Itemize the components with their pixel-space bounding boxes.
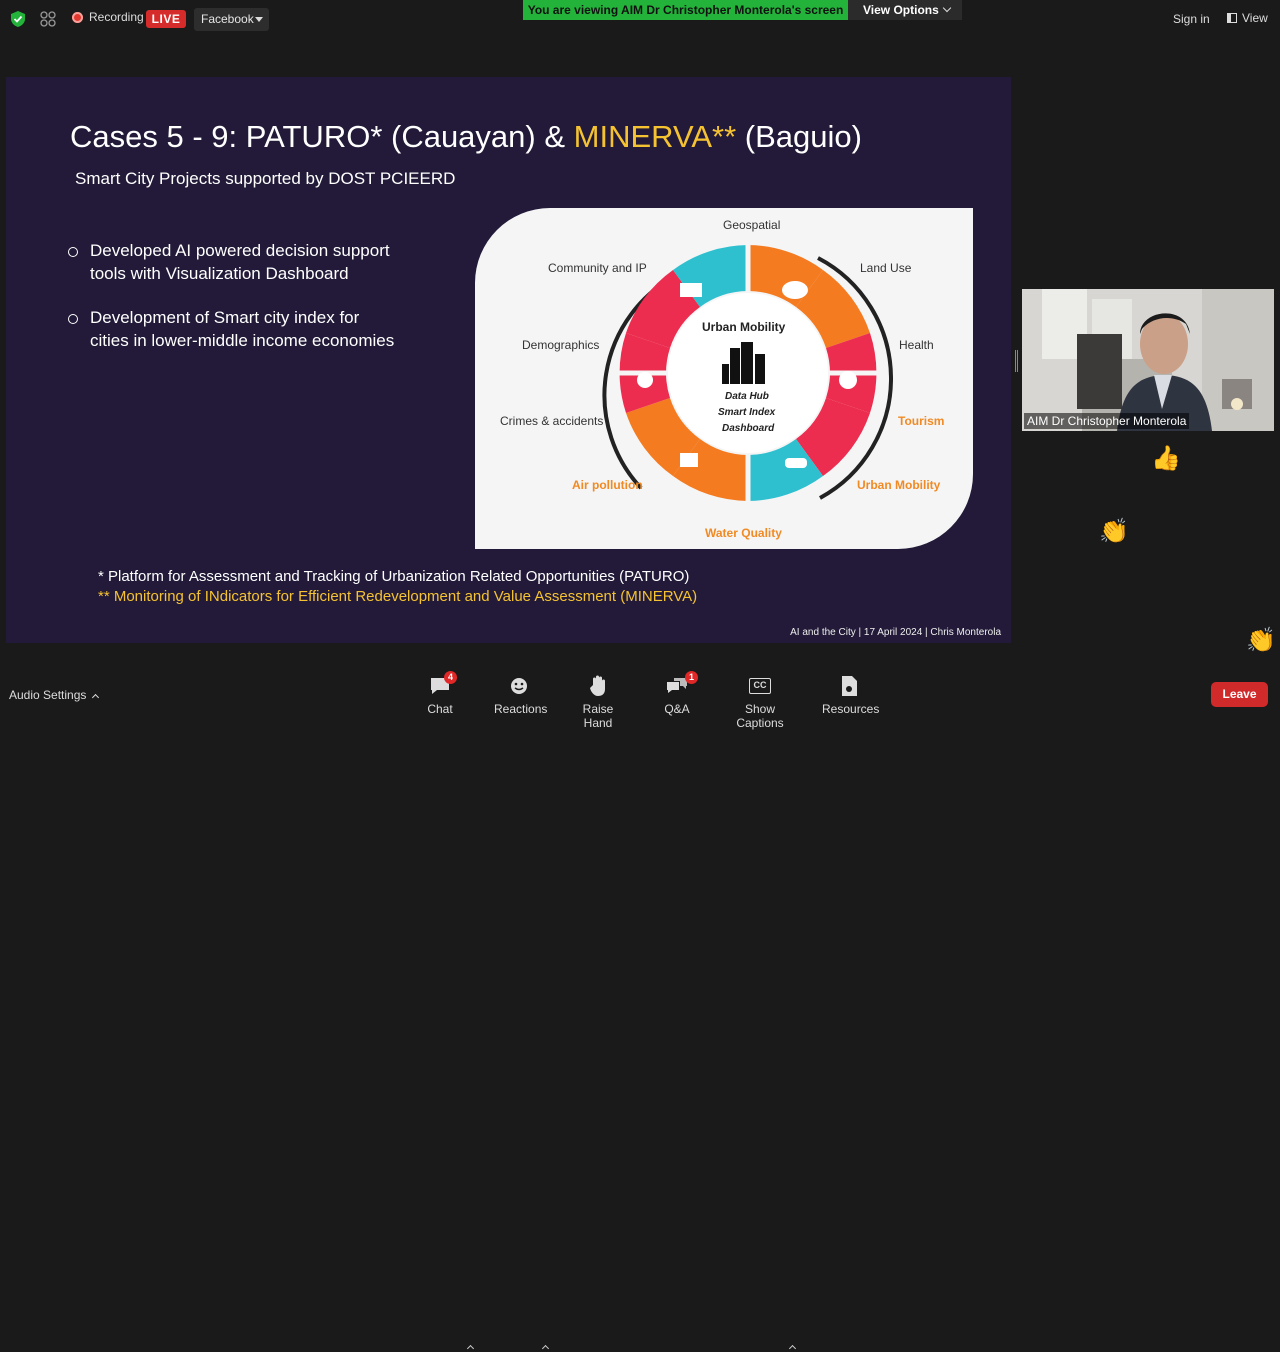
chat-label: Chat [427, 702, 453, 716]
runner-icon [637, 372, 653, 388]
clap-reaction: 👏 [1246, 627, 1276, 654]
label-crimes: Crimes & accidents [500, 414, 604, 428]
label-community: Community and IP [548, 261, 647, 275]
cc-icon: CC [749, 678, 771, 694]
participant-video[interactable]: AIM Dr Christopher Monterola [1022, 289, 1274, 431]
ring-graphic [602, 238, 893, 508]
view-label: View [1242, 11, 1268, 25]
show-captions-label: Show Captions [736, 702, 784, 730]
show-captions-button[interactable]: CC Show Captions [721, 674, 799, 730]
qa-badge: 1 [685, 671, 698, 684]
bullet-list: Developed AI powered decision support to… [68, 240, 398, 374]
slide-title-highlight: MINERVA** [573, 119, 737, 154]
sign-in-button[interactable]: Sign in [1173, 12, 1210, 26]
viewing-screen-banner: You are viewing AIM Dr Christopher Monte… [523, 0, 848, 20]
houses-icon [680, 453, 698, 467]
slide-title-suffix: (Baguio) [736, 119, 862, 154]
bullet-circle-icon [68, 314, 78, 324]
hand-icon [590, 675, 605, 696]
caret-up-icon [92, 693, 100, 702]
raise-hand-label: Raise Hand [582, 702, 614, 730]
panel-resize-handle[interactable] [1015, 350, 1018, 372]
label-urban-mobility: Urban Mobility [857, 478, 941, 492]
car-icon [785, 458, 807, 468]
footnote-paturo: * Platform for Assessment and Tracking o… [98, 568, 690, 585]
recording-label: Recording [89, 10, 144, 24]
stream-target-label: Facebook [201, 12, 254, 26]
view-options-button[interactable]: View Options [848, 0, 962, 20]
slide-title-prefix: Cases 5 - 9: PATURO* (Cauayan) & [70, 119, 574, 154]
smart-city-diagram: Urban Mobility Data Hub Smart Index Dash… [475, 208, 973, 549]
center-title: Urban Mobility [702, 320, 786, 334]
reactions-button[interactable]: Reactions [494, 674, 548, 716]
audio-settings-label: Audio Settings [9, 688, 87, 702]
document-icon [842, 676, 857, 696]
bullet-text: Developed AI powered decision support to… [90, 241, 390, 283]
qa-label: Q&A [664, 702, 690, 716]
live-badge[interactable]: LIVE [146, 10, 186, 28]
record-dot-icon [72, 11, 83, 23]
view-options-label: View Options [863, 3, 939, 17]
list-item: Developed AI powered decision support to… [68, 240, 398, 285]
captions-options-caret[interactable] [788, 1344, 797, 1352]
view-button[interactable]: View [1227, 11, 1268, 25]
map-icon [782, 281, 808, 299]
chat-button[interactable]: 4 Chat [425, 671, 457, 716]
center-line2: Smart Index [718, 407, 776, 418]
list-item: Development of Smart city index for citi… [68, 307, 398, 352]
heart-icon [839, 371, 857, 389]
label-demographics: Demographics [522, 338, 600, 352]
bullet-text: Development of Smart city index for citi… [90, 308, 395, 350]
layout-icon [1227, 13, 1237, 23]
resources-button[interactable]: Resources [822, 674, 880, 716]
crops-icon [680, 283, 702, 297]
stream-target-dropdown[interactable]: Facebook [194, 8, 269, 31]
center-line3: Dashboard [722, 423, 775, 434]
shared-screen: Cases 5 - 9: PATURO* (Cauayan) & MINERVA… [6, 77, 1011, 643]
qa-button[interactable]: 1 Q&A [662, 671, 698, 716]
slide-footer: AI and the City | 17 April 2024 | Chris … [790, 627, 1001, 638]
chat-badge: 4 [444, 671, 457, 684]
caret-down-icon [255, 17, 263, 22]
smiley-icon [511, 678, 527, 694]
slide-title: Cases 5 - 9: PATURO* (Cauayan) & MINERVA… [70, 119, 862, 155]
grid-view-icon[interactable] [40, 11, 56, 27]
footnote-minerva: ** Monitoring of INdicators for Efficien… [98, 588, 698, 605]
label-tourism: Tourism [898, 414, 945, 428]
bottom-toolbar: Audio Settings 4 Chat Reactions Raise Ha… [0, 662, 1280, 1352]
bullet-circle-icon [68, 247, 78, 257]
top-toolbar: Recording LIVE Facebook You are viewing … [0, 0, 1280, 38]
recording-indicator[interactable]: Recording [72, 10, 144, 24]
chat-options-caret[interactable] [466, 1344, 475, 1352]
audio-settings-button[interactable]: Audio Settings [9, 688, 100, 702]
label-water-quality: Water Quality [705, 526, 782, 540]
slide-subtitle: Smart City Projects supported by DOST PC… [75, 169, 456, 188]
shield-check-icon[interactable] [11, 11, 25, 27]
label-geospatial: Geospatial [723, 218, 781, 232]
raise-hand-button[interactable]: Raise Hand [569, 674, 627, 730]
label-land-use: Land Use [860, 261, 912, 275]
label-health: Health [899, 338, 934, 352]
leave-button[interactable]: Leave [1211, 682, 1268, 707]
label-air-pollution: Air pollution [572, 478, 643, 492]
thumbs-up-reaction: 👍 [1151, 445, 1181, 472]
resources-label: Resources [822, 702, 880, 716]
center-line1: Data Hub [725, 391, 769, 402]
reactions-options-caret[interactable] [541, 1344, 550, 1352]
chevron-down-icon [942, 3, 952, 13]
participant-name: AIM Dr Christopher Monterola [1024, 413, 1190, 429]
reactions-label: Reactions [494, 702, 548, 716]
clap-reaction: 👏 [1099, 518, 1129, 545]
video-frame [1022, 289, 1274, 431]
